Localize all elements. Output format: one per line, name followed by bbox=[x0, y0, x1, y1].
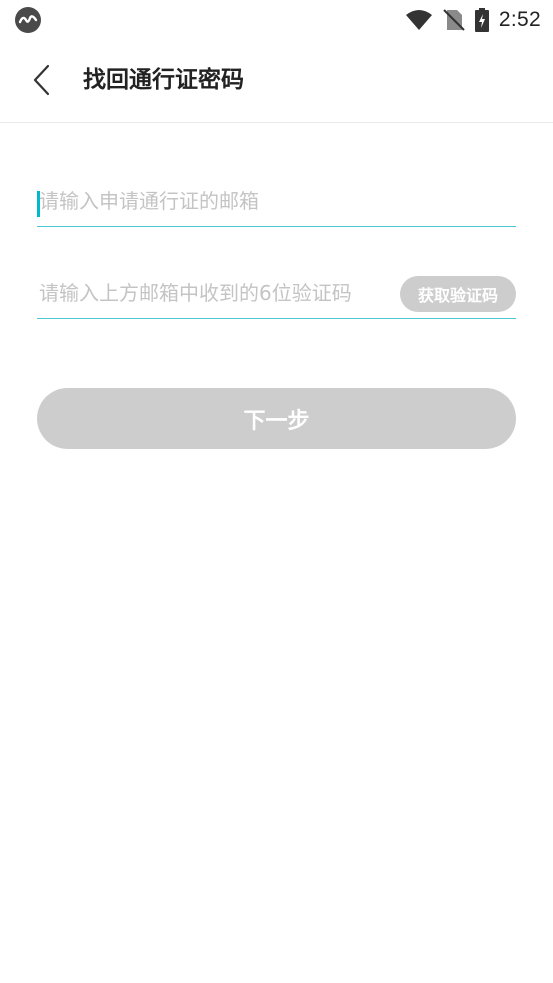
top-bar: 找回通行证密码 bbox=[0, 40, 553, 123]
battery-charging-icon bbox=[474, 8, 489, 32]
code-field-container: 获取验证码 bbox=[37, 267, 516, 319]
page-title: 找回通行证密码 bbox=[83, 67, 244, 93]
get-code-button[interactable]: 获取验证码 bbox=[400, 276, 516, 312]
status-icons: 2:52 bbox=[405, 6, 541, 34]
status-bar: 2:52 bbox=[0, 0, 553, 40]
app-notification-icon bbox=[15, 7, 41, 33]
chevron-left-icon bbox=[33, 64, 50, 96]
verification-code-input[interactable] bbox=[37, 273, 387, 313]
status-time: 2:52 bbox=[498, 8, 541, 31]
email-field-container bbox=[37, 175, 516, 227]
back-button[interactable] bbox=[22, 58, 62, 102]
next-step-button[interactable]: 下一步 bbox=[37, 388, 516, 449]
no-sim-icon bbox=[443, 9, 465, 31]
email-input[interactable] bbox=[37, 181, 507, 221]
wifi-icon bbox=[405, 10, 432, 30]
